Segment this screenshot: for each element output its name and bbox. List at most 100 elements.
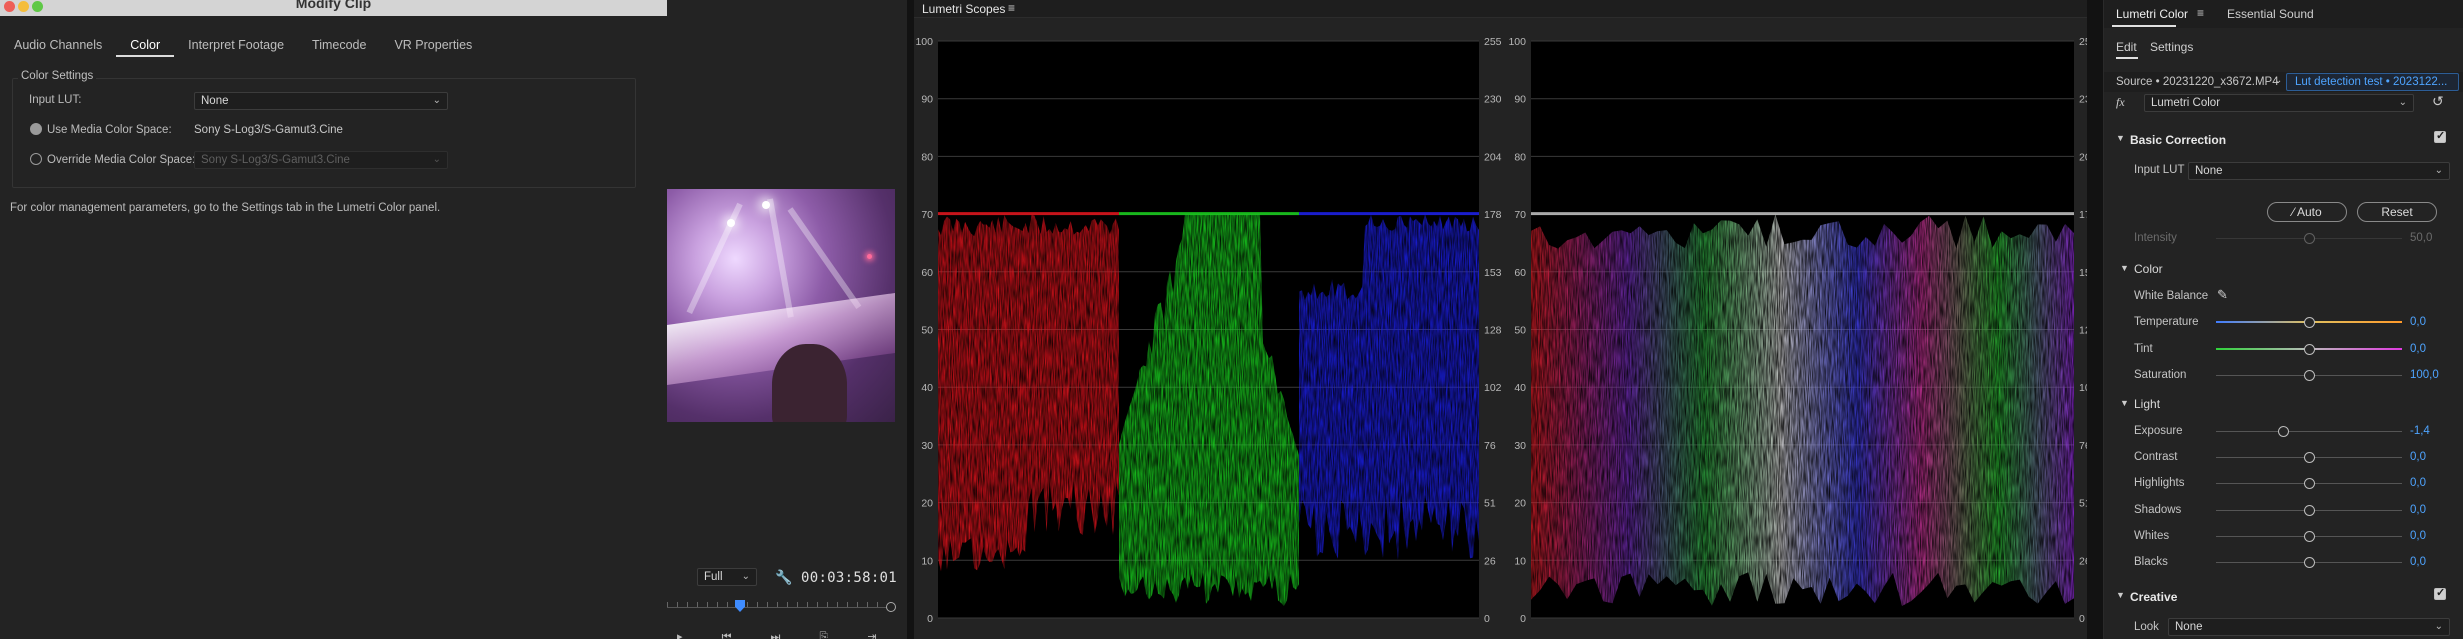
tint-label: Tint [2134,342,2153,355]
transport-controls[interactable]: ▸ ⏮ ⏭ ⎘ ⇥ [677,630,895,639]
basic-correction-label: Basic Correction [2130,133,2227,147]
override-color-space-select: Sony S-Log3/S-Gamut3.Cine ⌄ [194,151,448,169]
fx-icon[interactable]: fx [2116,95,2125,110]
eyedropper-icon[interactable]: ✎ [2217,287,2228,303]
exposure-slider[interactable] [2216,426,2402,438]
scopes-display[interactable]: 1002551002559023090230802048020470178701… [914,18,2087,639]
subtab-edit[interactable]: Edit [2116,40,2137,54]
wrench-icon[interactable]: 🔧 [775,569,792,586]
input-lut-select[interactable]: None ⌄ [194,92,448,110]
scope-right-tick-label: 76 [2079,440,2087,452]
slider-thumb[interactable] [2304,370,2315,381]
whites-value[interactable]: 0,0 [2410,530,2426,542]
timeline-scrubber[interactable] [667,600,899,614]
tab-color[interactable]: Color [116,33,175,57]
chevron-down-icon: ▼ [2116,590,2125,600]
scope-left-tick-label: 50 [1514,325,1526,337]
temperature-slider[interactable] [2216,317,2402,329]
slider-thumb[interactable] [2304,530,2315,542]
blacks-label: Blacks [2134,556,2168,568]
video-frame[interactable] [667,189,895,422]
tab-interpret-footage[interactable]: Interpret Footage [174,33,298,57]
scope-right-tick-label: 153 [1484,267,1502,279]
fit-select-value: Full [704,571,723,583]
scope-left-tick-label: 60 [921,267,933,279]
blacks-value[interactable]: 0,0 [2410,556,2426,568]
source-clip-label[interactable]: Source • 20231220_x3672.MP4 [2116,76,2279,88]
tint-value[interactable]: 0,0 [2410,343,2426,355]
scope-left-tick-label: 100 [1508,36,1526,48]
contrast-slider[interactable] [2216,452,2402,464]
slider-thumb[interactable] [2304,478,2315,490]
override-color-space-value: Sony S-Log3/S-Gamut3.Cine [201,154,350,166]
whites-slider[interactable] [2216,530,2402,543]
slider-thumb[interactable] [2304,557,2315,568]
shadows-slider[interactable] [2216,504,2402,517]
scope-left-tick-label: 100 [915,36,933,48]
color-subsection-header[interactable]: ▼ Color [2104,261,2463,279]
chevron-down-icon[interactable]: ⌄ [2274,75,2282,86]
sequence-clip-label: Lut detection test • 2023122... [2295,76,2448,88]
sequence-clip-tab[interactable]: Lut detection test • 2023122... [2286,73,2459,91]
parade-clip-line [938,212,1119,216]
override-media-color-space-radio[interactable] [30,153,42,165]
scope-right-tick-label: 230 [1484,94,1502,106]
subtab-settings[interactable]: Settings [2150,40,2193,54]
waveform-trace [1531,214,2074,606]
saturation-value[interactable]: 100,0 [2410,369,2439,381]
scope-right-tick-label: 76 [1484,440,1496,452]
tab-essential-sound[interactable]: Essential Sound [2227,7,2314,21]
light-subsection-header[interactable]: ▼ Light [2104,396,2463,414]
highlights-slider[interactable] [2216,478,2402,490]
effect-select[interactable]: Lumetri Color ⌄ [2144,94,2414,112]
modify-clip-tabs: Audio Channels Color Interpret Footage T… [0,33,486,59]
scope-left-tick-label: 90 [1514,94,1526,106]
creative-enable-checkbox[interactable] [2434,586,2446,600]
saturation-slider[interactable] [2216,370,2402,382]
creative-header[interactable]: ▼ Creative [2104,587,2463,607]
panel-menu-icon[interactable]: ≡ [1008,1,1015,15]
tab-lumetri-color[interactable]: Lumetri Color [2116,7,2188,21]
override-media-color-space-label: Override Media Color Space: [47,154,196,166]
dialog-titlebar[interactable]: Modify Clip [0,0,667,16]
slider-thumb[interactable] [2304,343,2315,355]
slider-thumb[interactable] [2304,317,2315,328]
highlights-value[interactable]: 0,0 [2410,477,2426,489]
use-media-color-space-radio[interactable] [30,123,42,135]
fit-select[interactable]: Full ⌄ [697,568,757,586]
input-lut-select[interactable]: None ⌄ [2188,162,2450,180]
shadows-value[interactable]: 0,0 [2410,504,2426,516]
basic-correction-header[interactable]: ▼ Basic Correction [2104,130,2463,150]
look-select[interactable]: None ⌄ [2168,618,2450,636]
panel-menu-icon[interactable]: ≡ [2197,6,2204,20]
playhead-handle[interactable] [735,600,745,612]
chevron-down-icon: ▼ [2116,133,2125,143]
slider-thumb[interactable] [2277,426,2289,437]
tab-vr-properties[interactable]: VR Properties [380,33,486,57]
monitor-controls: Full ⌄ 🔧 00:03:58:01 [667,565,907,589]
color-subsection-label: Color [2134,262,2163,276]
slider-thumb[interactable] [2304,504,2315,516]
reset-effect-icon[interactable]: ↺ [2432,93,2444,110]
exposure-value[interactable]: -1,4 [2410,425,2430,437]
blacks-slider[interactable] [2216,557,2402,569]
tab-audio-channels[interactable]: Audio Channels [0,33,116,57]
scope-left-tick-label: 80 [921,151,933,163]
tab-timecode[interactable]: Timecode [298,33,380,57]
playhead-timecode[interactable]: 00:03:58:01 [801,570,897,586]
light-beam [686,202,743,315]
reset-button[interactable]: Reset [2357,202,2437,222]
tint-slider[interactable] [2216,343,2402,356]
contrast-value[interactable]: 0,0 [2410,451,2426,463]
input-lut-select-value: None [201,95,229,107]
auto-button[interactable]: ⁄ Auto [2267,202,2347,222]
basic-correction-enable-checkbox[interactable] [2434,129,2446,143]
parade-clip-line [1119,212,1299,216]
temperature-value[interactable]: 0,0 [2410,316,2426,328]
scrubber-end-handle[interactable] [886,602,896,612]
lumetri-scopes-panel: Lumetri Scopes ≡ 10025510025590230902308… [914,0,2087,639]
scopes-title[interactable]: Lumetri Scopes [922,2,1005,16]
scope-right-tick-label: 230 [2079,94,2087,106]
slider-thumb[interactable] [2304,452,2315,464]
saturation-label: Saturation [2134,369,2187,381]
